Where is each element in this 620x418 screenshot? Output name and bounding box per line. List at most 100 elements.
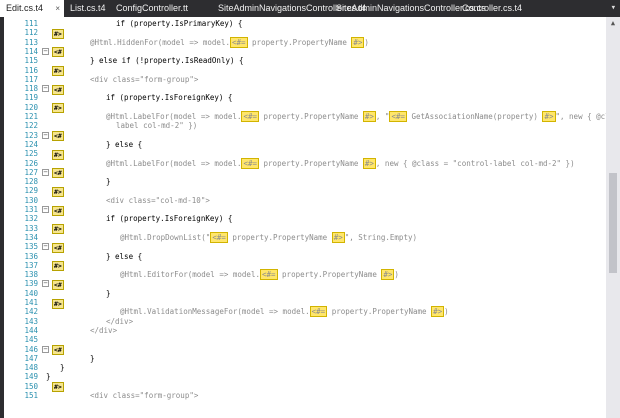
close-tab-icon[interactable]: ×: [55, 0, 60, 17]
code-line: <div class="col-md-10">: [106, 195, 210, 205]
line-number: 121: [24, 112, 38, 121]
t4-block-marker: #>: [52, 186, 64, 197]
t4-tag: <#=: [229, 36, 248, 48]
t4-block-marker: #>: [52, 298, 64, 309]
line-number: 118: [24, 84, 38, 94]
t4-block-marker: #>: [52, 382, 64, 393]
line-number: 130: [24, 195, 38, 205]
line-number: 111: [24, 19, 38, 28]
t4-tag: #>: [431, 306, 445, 318]
line-number: 126: [24, 158, 38, 168]
line-number: 138: [24, 270, 38, 280]
line-number: 141: [24, 298, 38, 307]
line-number: 139: [24, 279, 38, 289]
code-line: }: [90, 353, 95, 363]
collapse-toggle-icon[interactable]: −: [42, 168, 49, 176]
line-number: 148: [24, 363, 38, 373]
line-number: 114: [24, 46, 38, 56]
tab-6[interactable]: Controller.cs.t4: [456, 0, 562, 17]
collapse-toggle-icon[interactable]: −: [42, 206, 49, 213]
line-number: 113: [24, 37, 38, 47]
t4-tag: <#=: [259, 269, 278, 281]
tab-label: ConfigController.tt: [116, 3, 189, 13]
t4-block-marker: <#: [52, 47, 64, 58]
document-tab-bar: Edit.cs.t4 × List.cs.t4 ConfigController.tt…: [0, 0, 620, 17]
line-number: 134: [24, 232, 38, 242]
collapse-toggle-icon[interactable]: −: [42, 131, 49, 139]
code-line: </div>: [90, 325, 118, 335]
t4-block-marker: #>: [52, 103, 64, 114]
collapse-toggle-icon[interactable]: −: [42, 47, 49, 55]
code-line: if (property.IsPrimaryKey) {: [116, 19, 243, 28]
line-number: 146: [24, 344, 38, 354]
line-number: 135: [24, 242, 38, 252]
tab-3[interactable]: ConfigController.tt: [110, 0, 212, 17]
code-line: <div class="form-group">: [90, 74, 199, 84]
line-number: 122: [24, 121, 38, 131]
line-number: 137: [24, 260, 38, 270]
line-number: 127: [24, 167, 38, 177]
line-number: 151: [24, 391, 38, 400]
code-line: @Html.DropDownList(" <#= property.Propert…: [120, 231, 417, 243]
code-line: }: [46, 372, 51, 382]
tab-4[interactable]: SiteAdminNavigationsController.cs.t4: [212, 0, 366, 17]
line-number: 133: [24, 223, 38, 233]
code-line: @Html.LabelFor(model => model. <#= proper…: [106, 111, 606, 122]
t4-block-marker: #>: [52, 28, 64, 39]
line-number: 125: [24, 149, 38, 159]
t4-tag: #>: [381, 269, 395, 281]
t4-tag: #>: [362, 157, 376, 169]
t4-block-marker: #>: [52, 149, 64, 160]
tab-5[interactable]: SiteAdminNavigationsController.cs.cs: [330, 0, 486, 17]
tab-label: List.cs.t4: [70, 3, 106, 13]
code-line: @Html.ValidationMessageFor(model => mode…: [120, 306, 449, 318]
scroll-up-arrow-icon[interactable]: ▲: [606, 19, 620, 29]
line-number: 132: [24, 214, 38, 224]
t4-block-marker: #>: [52, 66, 64, 76]
t4-block-marker: <#: [52, 168, 64, 179]
code-line: label col-md-2" }): [116, 121, 198, 131]
t4-tag: #>: [542, 111, 556, 122]
scrollbar-thumb[interactable]: [609, 173, 617, 273]
collapse-toggle-icon[interactable]: −: [42, 280, 49, 288]
collapse-toggle-icon[interactable]: −: [42, 345, 49, 353]
line-number: 123: [24, 130, 38, 140]
line-number: 124: [24, 139, 38, 149]
code-line: @Html.LabelFor(model => model. <#= proper…: [106, 157, 575, 169]
line-number: 145: [24, 335, 38, 345]
line-number: 117: [24, 74, 38, 84]
t4-tag: #>: [331, 231, 345, 243]
line-number: 115: [24, 56, 38, 66]
code-line: }: [60, 363, 65, 373]
t4-block-marker: <#: [52, 84, 64, 95]
line-number: 147: [24, 353, 38, 363]
code-line: } else {: [106, 251, 143, 261]
collapse-toggle-icon[interactable]: −: [42, 243, 49, 251]
t4-tag: <#=: [241, 157, 260, 169]
tab-2[interactable]: List.cs.t4: [64, 0, 110, 17]
code-line: if (property.IsForeignKey) {: [106, 93, 233, 103]
code-line: }: [106, 177, 111, 187]
t4-tag: <#=: [210, 231, 228, 243]
t4-block-marker: <#: [52, 242, 64, 253]
line-number: 142: [24, 307, 38, 317]
t4-block-marker: <#: [52, 279, 64, 290]
line-number: 128: [24, 177, 38, 187]
tab-overflow-icon[interactable]: ▾: [611, 0, 616, 17]
tab-1[interactable]: Edit.cs.t4 ×: [0, 0, 64, 17]
line-number: 116: [24, 65, 38, 75]
line-number: 144: [24, 325, 38, 335]
code-line: }: [106, 288, 111, 298]
collapse-toggle-icon[interactable]: −: [42, 85, 49, 93]
code-line: @Html.HiddenFor(model => model. <#= prope…: [90, 36, 369, 48]
t4-block-marker: <#: [52, 205, 64, 216]
t4-block-marker: #>: [52, 224, 64, 235]
t4-tag: #>: [362, 111, 376, 122]
code-line: @Html.EditorFor(model => model. <#= prope…: [120, 269, 399, 281]
code-editor[interactable]: 111 if (property.IsPrimaryKey) {112 #> 113 @…: [4, 17, 606, 418]
code-line: if (property.IsForeignKey) {: [106, 214, 233, 224]
tab-label: Controller.cs.t4: [462, 3, 523, 13]
tab-label: Edit.cs.t4: [6, 3, 44, 13]
line-number: 131: [24, 205, 38, 214]
vertical-scrollbar[interactable]: ▲: [606, 17, 620, 418]
